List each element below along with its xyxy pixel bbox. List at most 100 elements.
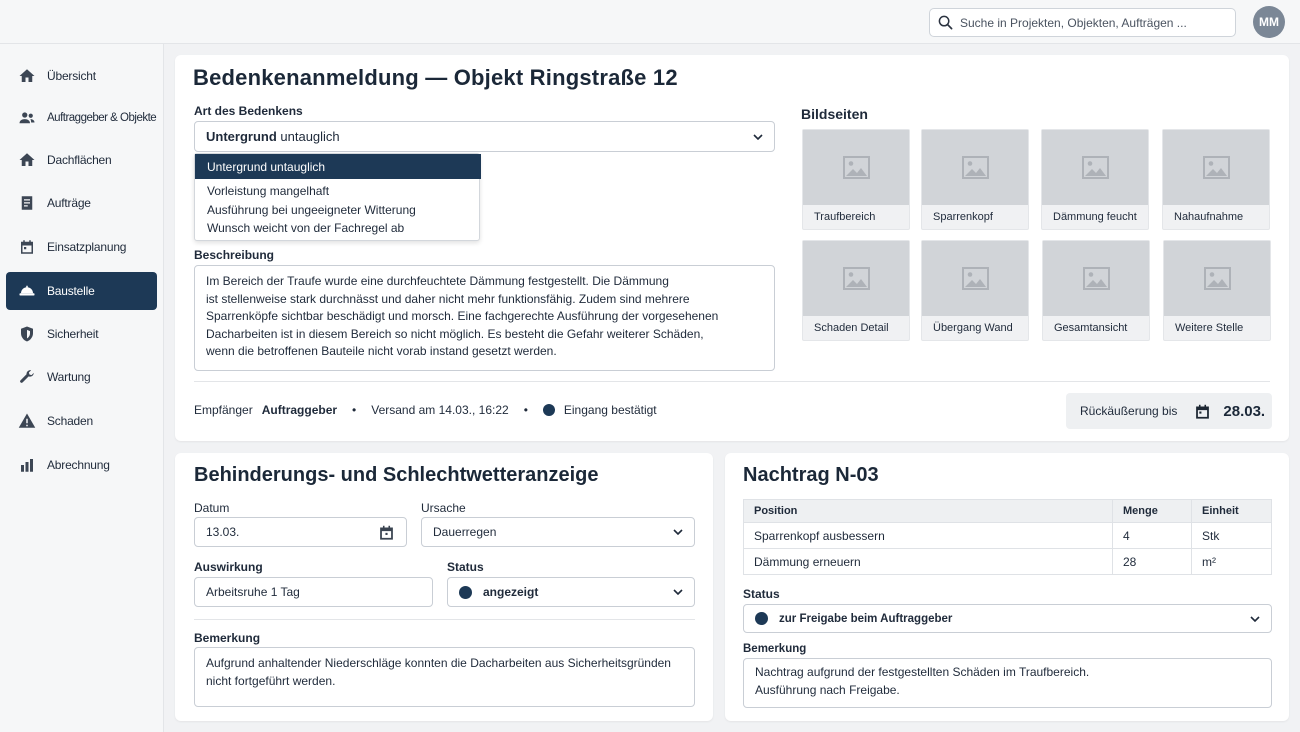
sidebar-item-label: Sicherheit — [47, 327, 99, 341]
nachtrag-status-value: zur Freigabe beim Auftraggeber — [779, 612, 953, 625]
cell-einheit: m² — [1191, 548, 1272, 575]
status-dot — [459, 585, 472, 599]
image-caption: Schaden Detail — [814, 322, 889, 334]
image-icon — [1081, 156, 1109, 179]
recipient-value: Auftraggeber — [261, 402, 338, 417]
image-tile[interactable]: Weitere Stelle — [1163, 240, 1271, 341]
effect-value: Arbeitsruhe 1 Tag — [206, 585, 300, 599]
remark-line: Nachtrag aufgrund der festgestellten Sch… — [755, 665, 1090, 679]
bar-chart-icon — [18, 456, 36, 474]
description-label: Beschreibung — [194, 248, 275, 262]
image-tile[interactable]: Schaden Detail — [802, 240, 910, 341]
sidebar-item-sicherheit[interactable]: Sicherheit — [6, 315, 157, 353]
calendar-icon — [1196, 404, 1210, 419]
cell-einheit: Stk — [1191, 522, 1272, 549]
chevron-down-icon — [673, 589, 683, 595]
table-row[interactable]: Dämmung erneuern 28 m² — [743, 548, 1272, 575]
date-field[interactable]: 13.03. — [194, 517, 407, 547]
sidebar-item-uebersicht[interactable]: Übersicht — [6, 57, 157, 95]
search-box[interactable] — [929, 8, 1236, 37]
image-caption: Übergang Wand — [933, 322, 1013, 334]
remark-line: Ausführung nach Freigabe. — [755, 682, 900, 697]
effect-label: Auswirkung — [194, 560, 263, 574]
image-caption: Dämmung feucht — [1053, 211, 1137, 223]
cell-position: Dämmung erneuern — [743, 548, 1113, 575]
image-icon — [842, 267, 870, 290]
wrench-icon — [18, 368, 36, 386]
dropdown-option[interactable]: Wunsch weicht von der Fachregel ab — [195, 219, 481, 237]
nachtrag-table: Position Menge Einheit Sparrenkopf ausbe… — [743, 499, 1272, 575]
sidebar-item-wartung[interactable]: Wartung — [6, 358, 157, 396]
sent-info: Versand am 14.03., 16:22 — [371, 402, 509, 417]
sidebar-item-label: Übersicht — [47, 69, 96, 83]
avatar[interactable]: MM — [1253, 6, 1285, 38]
date-label: Datum — [194, 501, 230, 515]
nachtrag-remark-label: Bemerkung — [743, 643, 807, 655]
image-tile[interactable]: Sparrenkopf — [921, 129, 1029, 230]
sidebar-item-einsatzplanung[interactable]: Einsatzplanung — [6, 228, 157, 266]
nachtrag-status-select[interactable]: zur Freigabe beim Auftraggeber — [743, 604, 1272, 633]
type-select[interactable]: Untergrund untauglich — [194, 121, 775, 152]
image-tile[interactable]: Traufbereich — [802, 129, 910, 230]
status-select[interactable]: angezeigt — [447, 577, 695, 607]
cause-label: Ursache — [421, 501, 466, 515]
calendar-icon — [18, 238, 36, 256]
separator-dot: • — [352, 402, 357, 417]
separator-dot: • — [523, 402, 528, 417]
date-value: 13.03. — [206, 525, 240, 539]
remark-line: Aufgrund anhaltender Niederschläge konnt… — [206, 656, 671, 670]
image-icon — [1082, 267, 1110, 290]
image-caption: Gesamtansicht — [1054, 322, 1128, 334]
image-tile[interactable]: Übergang Wand — [921, 240, 1029, 341]
sidebar-item-label: Wartung — [47, 370, 91, 384]
table-header-row: Position Menge Einheit — [743, 499, 1272, 523]
sidebar-item-schaden[interactable]: Schaden — [6, 402, 157, 440]
image-icon — [1202, 156, 1230, 179]
reply-deadline[interactable]: Rückäußerung bis 28.03. — [1066, 393, 1272, 429]
chevron-down-icon — [1250, 615, 1260, 622]
calendar-icon[interactable] — [378, 524, 395, 541]
sidebar-item-label: Aufträge — [47, 196, 91, 210]
nachtrag-remark-textarea[interactable]: Nachtrag aufgrund der festgestellten Sch… — [743, 658, 1272, 708]
image-icon — [961, 156, 989, 179]
sidebar-item-auftraggeber[interactable]: Auftraggeber & Objekte — [6, 99, 157, 137]
page-title: Bedenkenanmeldung — Objekt Ringstraße 12 — [193, 65, 678, 90]
type-value-bold: Untergrund — [206, 129, 277, 144]
chevron-down-icon — [673, 529, 683, 535]
column-header-position: Position — [743, 499, 1113, 523]
sidebar-item-auftraege[interactable]: Aufträge — [6, 184, 157, 222]
status-dot — [755, 612, 768, 625]
remark-textarea[interactable]: Aufgrund anhaltender Niederschläge konnt… — [194, 647, 695, 707]
divider — [194, 619, 695, 620]
remark-line: nicht fortgeführt werden. — [206, 673, 336, 688]
dropdown-option[interactable]: Ausführung bei ungeeigneter Witterung — [195, 201, 481, 219]
dropdown-option[interactable]: Untergrund untauglich — [195, 154, 481, 179]
table-row[interactable]: Sparrenkopf ausbessern 4 Stk — [743, 522, 1272, 549]
dropdown-option[interactable]: Vorleistung mangelhaft — [195, 182, 481, 200]
shield-icon — [18, 325, 36, 343]
document-icon — [18, 194, 36, 212]
effect-field[interactable]: Arbeitsruhe 1 Tag — [194, 577, 433, 607]
image-icon — [961, 267, 989, 290]
sidebar-item-dachflaechen[interactable]: Dachflächen — [6, 141, 157, 179]
hardhat-icon — [18, 282, 36, 300]
cause-select[interactable]: Dauerregen — [421, 517, 695, 547]
image-tile[interactable]: Dämmung feucht — [1041, 129, 1149, 230]
sidebar-item-label: Auftraggeber & Objekte — [47, 112, 157, 124]
search-input[interactable] — [960, 15, 1230, 30]
receipt-status-dot — [542, 403, 555, 416]
nachtrag-title: Nachtrag N-03 — [743, 464, 879, 486]
sidebar-item-baustelle[interactable]: Baustelle — [6, 272, 157, 310]
recipient-label: Empfänger — [194, 402, 253, 417]
image-tile[interactable]: Gesamtansicht — [1042, 240, 1150, 341]
image-tile[interactable]: Nahaufnahme — [1162, 129, 1270, 230]
type-value-rest: untauglich — [276, 129, 340, 144]
sidebar-item-label: Einsatzplanung — [47, 240, 127, 254]
divider — [194, 381, 1270, 382]
chevron-down-icon — [753, 133, 763, 140]
sidebar-item-label: Baustelle — [47, 284, 95, 298]
description-textarea[interactable]: Im Bereich der Traufe wurde eine durchfe… — [194, 265, 775, 371]
search-icon — [938, 15, 953, 30]
sidebar-item-abrechnung[interactable]: Abrechnung — [6, 446, 157, 484]
users-icon — [18, 109, 36, 127]
